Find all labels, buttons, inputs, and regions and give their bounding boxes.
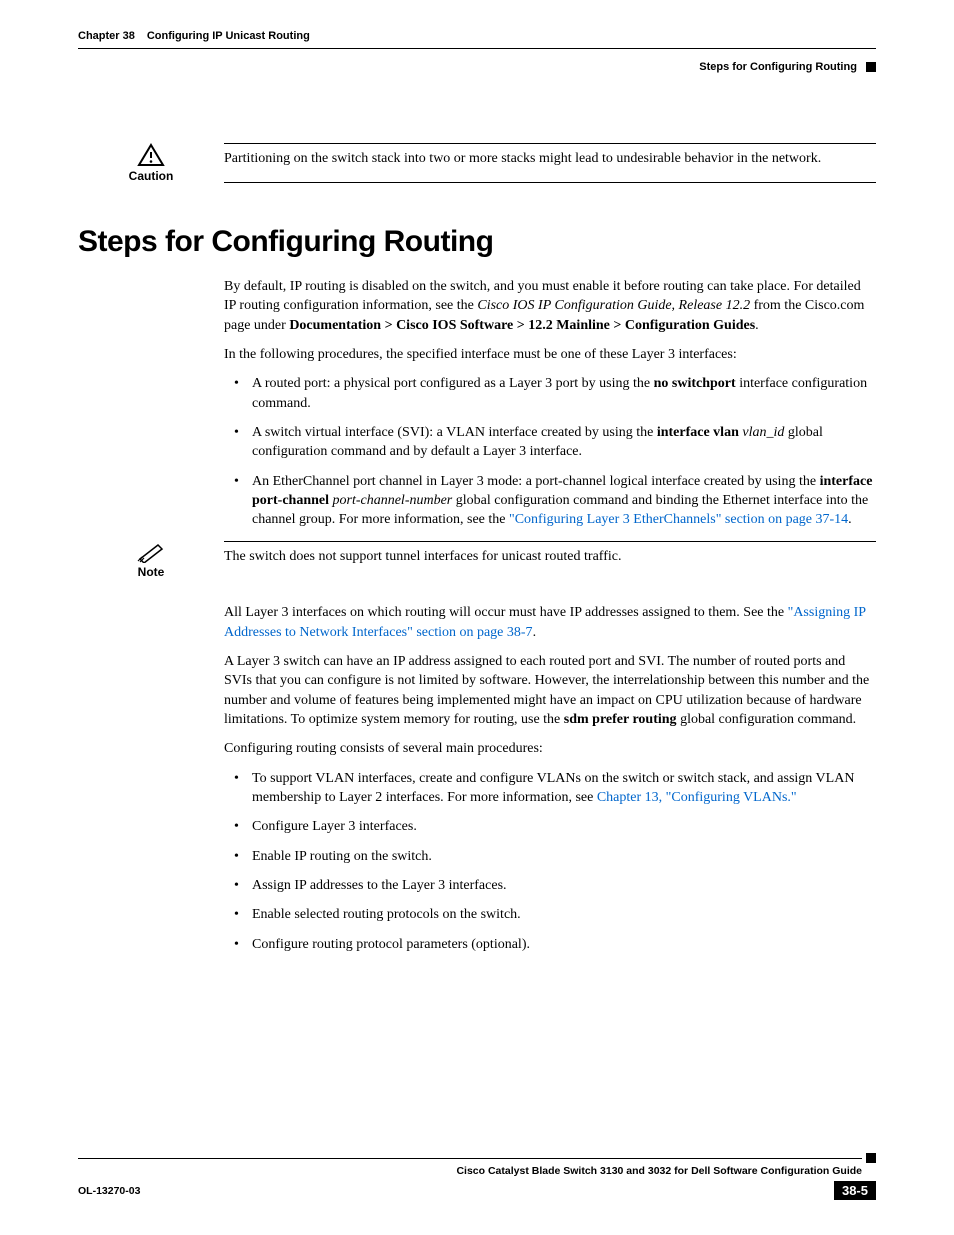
note-callout: Note The switch does not support tunnel …: [78, 541, 876, 579]
list-item: Configure Layer 3 interfaces.: [224, 817, 876, 836]
caution-callout: Caution Partitioning on the switch stack…: [78, 143, 876, 183]
section-heading: Steps for Configuring Routing: [78, 225, 876, 259]
section-running-head: Steps for Configuring Routing: [699, 61, 857, 73]
header-marker-icon: [866, 62, 876, 72]
procedures-list: To support VLAN interfaces, create and c…: [224, 769, 876, 954]
caution-label: Caution: [78, 169, 224, 183]
list-item: An EtherChannel port channel in Layer 3 …: [224, 472, 876, 530]
intro-paragraph-1: By default, IP routing is disabled on th…: [224, 277, 876, 335]
chapter-title: Configuring IP Unicast Routing: [147, 30, 310, 42]
page: Chapter 38 Configuring IP Unicast Routin…: [0, 0, 954, 1230]
list-item: Enable selected routing protocols on the…: [224, 905, 876, 924]
note-label: Note: [78, 565, 224, 579]
list-item: A switch virtual interface (SVI): a VLAN…: [224, 423, 876, 462]
content-column: By default, IP routing is disabled on th…: [224, 277, 876, 529]
intro-paragraph-2: In the following procedures, the specifi…: [224, 345, 876, 364]
para-l3-switch: A Layer 3 switch can have an IP address …: [224, 652, 876, 729]
interface-types-list: A routed port: a physical port configure…: [224, 374, 876, 529]
chapter-label: Chapter 38: [78, 30, 135, 42]
footer-marker-icon: [866, 1153, 876, 1163]
caution-icon: [78, 143, 224, 167]
para-procedures-intro: Configuring routing consists of several …: [224, 739, 876, 758]
note-icon: [78, 541, 224, 563]
vlan-chapter-link[interactable]: Chapter 13, "Configuring VLANs.": [597, 790, 797, 805]
section-running-head-row: Steps for Configuring Routing: [78, 61, 876, 73]
list-item: Configure routing protocol parameters (o…: [224, 935, 876, 954]
page-footer: Cisco Catalyst Blade Switch 3130 and 303…: [78, 1153, 876, 1200]
para-ip-addresses: All Layer 3 interfaces on which routing …: [224, 603, 876, 642]
etherchannel-link[interactable]: "Configuring Layer 3 EtherChannels" sect…: [509, 512, 848, 527]
content-column-2: All Layer 3 interfaces on which routing …: [224, 603, 876, 953]
list-item: Assign IP addresses to the Layer 3 inter…: [224, 876, 876, 895]
running-header: Chapter 38 Configuring IP Unicast Routin…: [78, 30, 876, 42]
list-item: To support VLAN interfaces, create and c…: [224, 769, 876, 808]
list-item: Enable IP routing on the switch.: [224, 847, 876, 866]
page-number: 38-5: [834, 1181, 876, 1200]
caution-text: Partitioning on the switch stack into tw…: [224, 143, 876, 183]
header-rule: [78, 48, 876, 49]
footer-rule: [78, 1158, 862, 1159]
note-text: The switch does not support tunnel inter…: [224, 541, 876, 579]
document-id: OL-13270-03: [78, 1185, 140, 1197]
book-title: Cisco Catalyst Blade Switch 3130 and 303…: [78, 1165, 862, 1177]
list-item: A routed port: a physical port configure…: [224, 374, 876, 413]
